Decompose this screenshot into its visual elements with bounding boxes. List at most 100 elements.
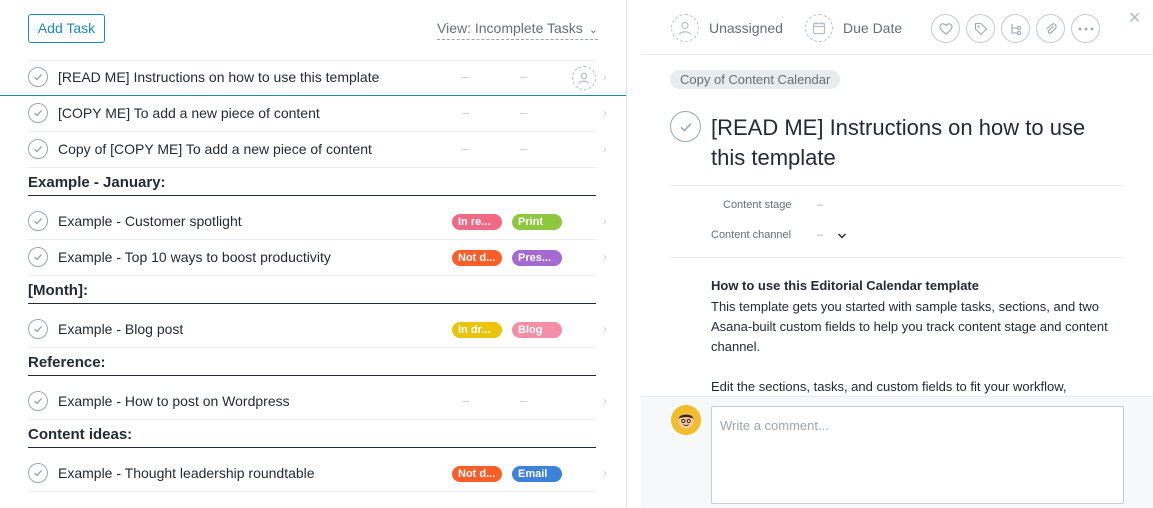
content-channel-value[interactable]: – bbox=[520, 141, 527, 156]
paperclip-icon[interactable] bbox=[1036, 14, 1065, 43]
chevron-right-icon[interactable]: › bbox=[603, 142, 607, 156]
project-pill[interactable]: Copy of Content Calendar bbox=[670, 70, 841, 89]
complete-checkbox[interactable] bbox=[28, 103, 48, 123]
content-channel-value[interactable]: – bbox=[520, 393, 527, 408]
subtask-icon[interactable] bbox=[1001, 14, 1030, 43]
task-row[interactable]: Example - Top 10 ways to boost productiv… bbox=[28, 240, 607, 276]
content-channel-tag[interactable]: Pres... bbox=[512, 250, 562, 266]
chevron-right-icon[interactable]: › bbox=[603, 106, 607, 120]
complete-checkbox[interactable] bbox=[28, 139, 48, 159]
content-channel-tag[interactable]: Blog bbox=[512, 322, 562, 338]
divider bbox=[641, 54, 1153, 55]
task-title[interactable]: Example - How to post on Wordpress bbox=[58, 393, 290, 409]
check-icon bbox=[34, 74, 43, 81]
chevron-right-icon[interactable]: › bbox=[603, 394, 607, 408]
task-title[interactable]: [READ ME] Instructions on how to use thi… bbox=[58, 69, 379, 85]
section-header[interactable]: [Month]: bbox=[28, 278, 596, 304]
content-stage-tag[interactable]: In dr... bbox=[452, 322, 502, 338]
check-icon bbox=[679, 122, 692, 132]
section-title[interactable]: [Month]: bbox=[28, 282, 88, 299]
due-date-button[interactable]: Due Date bbox=[805, 14, 902, 42]
comment-placeholder: Write a comment... bbox=[720, 418, 829, 433]
complete-checkbox[interactable] bbox=[28, 67, 48, 87]
chevron-right-icon[interactable]: › bbox=[603, 466, 607, 480]
content-channel-tag[interactable]: Email bbox=[512, 466, 562, 482]
description-paragraph: Edit the sections, tasks, and custom fie… bbox=[711, 379, 1067, 394]
complete-task-button[interactable] bbox=[670, 111, 701, 142]
content-channel-field[interactable]: – bbox=[817, 229, 823, 241]
check-icon bbox=[34, 326, 43, 333]
user-avatar bbox=[671, 405, 701, 435]
more-options-icon[interactable] bbox=[1071, 14, 1100, 43]
chevron-right-icon[interactable]: › bbox=[603, 70, 607, 84]
calendar-icon bbox=[805, 14, 833, 42]
pane-divider[interactable] bbox=[626, 0, 627, 508]
content-channel-value[interactable]: – bbox=[520, 105, 527, 120]
task-title[interactable]: Example - Top 10 ways to boost productiv… bbox=[58, 249, 331, 265]
task-row[interactable]: Copy of [COPY ME] To add a new piece of … bbox=[28, 132, 607, 168]
person-icon bbox=[578, 72, 590, 84]
assignee-avatar-placeholder[interactable] bbox=[572, 66, 596, 90]
task-row[interactable]: [READ ME] Instructions on how to use thi… bbox=[0, 60, 626, 96]
heart-icon[interactable] bbox=[931, 14, 960, 43]
due-date-label: Due Date bbox=[843, 20, 903, 36]
divider bbox=[670, 257, 1124, 258]
chevron-right-icon[interactable]: › bbox=[603, 214, 607, 228]
person-icon bbox=[671, 14, 699, 42]
task-title[interactable]: Copy of [COPY ME] To add a new piece of … bbox=[58, 141, 372, 157]
check-icon bbox=[34, 254, 43, 261]
task-title[interactable]: Example - Thought leadership roundtable bbox=[58, 465, 315, 481]
section-header[interactable]: Content ideas: bbox=[28, 422, 596, 448]
description-paragraph: This template gets you started with samp… bbox=[711, 299, 1108, 354]
assignee-button[interactable]: Unassigned bbox=[671, 14, 783, 42]
content-stage-tag[interactable]: Not d... bbox=[452, 466, 502, 482]
check-icon bbox=[34, 398, 43, 405]
content-stage-tag[interactable]: In re... bbox=[452, 214, 502, 230]
complete-checkbox[interactable] bbox=[28, 463, 48, 483]
content-stage-value[interactable]: – bbox=[462, 105, 469, 120]
task-detail-title[interactable]: [READ ME] Instructions on how to use thi… bbox=[711, 113, 1121, 173]
check-icon bbox=[34, 218, 43, 225]
section-title[interactable]: Reference: bbox=[28, 354, 106, 371]
description-heading[interactable]: How to use this Editorial Calendar templ… bbox=[711, 278, 979, 293]
content-channel-tag[interactable]: Print bbox=[512, 214, 562, 230]
divider bbox=[670, 185, 1124, 186]
content-stage-value[interactable]: – bbox=[462, 141, 469, 156]
content-stage-label: Content stage bbox=[723, 199, 792, 211]
chevron-right-icon[interactable]: › bbox=[603, 250, 607, 264]
task-row[interactable]: Example - Thought leadership roundtable … bbox=[28, 456, 607, 492]
content-channel-label: Content channel bbox=[711, 229, 792, 241]
view-filter-label: View: Incomplete Tasks bbox=[437, 20, 583, 36]
complete-checkbox[interactable] bbox=[28, 247, 48, 267]
task-title[interactable]: [COPY ME] To add a new piece of content bbox=[58, 105, 320, 121]
view-filter-dropdown[interactable]: View: Incomplete Tasks ⌄ bbox=[437, 19, 598, 40]
add-task-button[interactable]: Add Task bbox=[28, 14, 105, 43]
complete-checkbox[interactable] bbox=[28, 391, 48, 411]
section-title[interactable]: Content ideas: bbox=[28, 426, 132, 443]
check-icon bbox=[34, 470, 43, 477]
section-header[interactable]: Reference: bbox=[28, 350, 596, 376]
content-stage-field[interactable]: – bbox=[817, 199, 823, 211]
section-title[interactable]: Example - January: bbox=[28, 174, 166, 191]
content-channel-value[interactable]: – bbox=[520, 69, 527, 84]
complete-checkbox[interactable] bbox=[28, 319, 48, 339]
close-icon[interactable]: ✕ bbox=[1128, 8, 1141, 28]
task-title[interactable]: Example - Blog post bbox=[58, 321, 183, 337]
check-icon bbox=[34, 146, 43, 153]
section-header[interactable]: Example - January: bbox=[28, 170, 596, 196]
tag-icon[interactable] bbox=[966, 14, 995, 43]
task-title[interactable]: Example - Customer spotlight bbox=[58, 213, 242, 229]
chevron-down-icon[interactable] bbox=[837, 232, 847, 240]
complete-checkbox[interactable] bbox=[28, 211, 48, 231]
task-list-pane: Add Task View: Incomplete Tasks ⌄ [READ M… bbox=[0, 0, 626, 508]
task-row[interactable]: [COPY ME] To add a new piece of content … bbox=[28, 96, 607, 132]
assignee-label: Unassigned bbox=[709, 20, 783, 36]
chevron-right-icon[interactable]: › bbox=[603, 322, 607, 336]
task-row[interactable]: Example - Customer spotlight In re... Pr… bbox=[28, 204, 607, 240]
task-row[interactable]: Example - How to post on Wordpress – – › bbox=[28, 384, 607, 420]
content-stage-value[interactable]: – bbox=[462, 69, 469, 84]
check-icon bbox=[34, 110, 43, 117]
content-stage-tag[interactable]: Not d... bbox=[452, 250, 502, 266]
content-stage-value[interactable]: – bbox=[462, 393, 469, 408]
task-row[interactable]: Example - Blog post In dr... Blog › bbox=[28, 312, 607, 348]
